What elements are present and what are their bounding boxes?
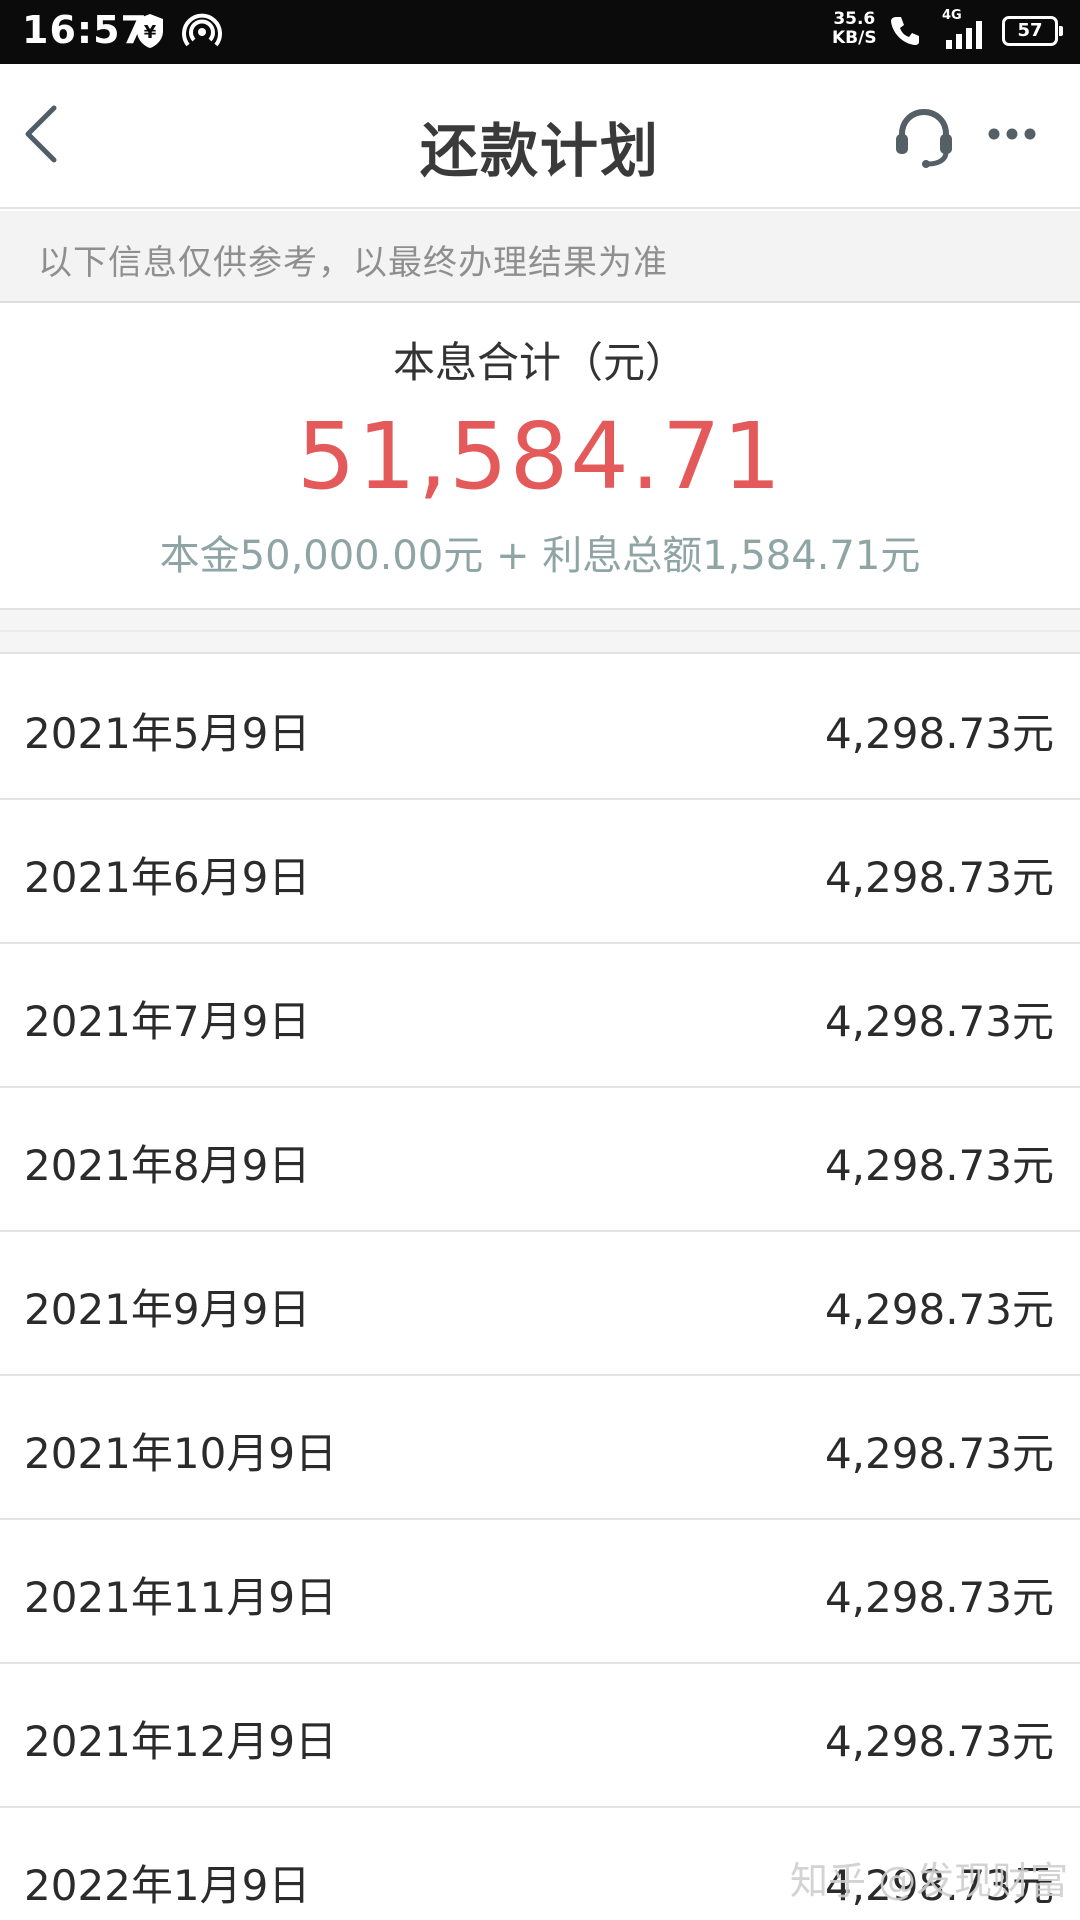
schedule-row: 2021年5月9日 4,298.73元 — [0, 656, 1080, 800]
notice-text: 以下信息仅供参考，以最终办理结果为准 — [38, 243, 668, 283]
repayment-summary: 本息合计（元） 51,584.71 本金50,000.00元 + 利息总额1,5… — [0, 305, 1080, 610]
due-amount: 4,298.73元 — [824, 1717, 1054, 1766]
total-label: 本息合计（元） — [392, 338, 687, 387]
schedule-row: 2021年11月9日 4,298.73元 — [0, 1520, 1080, 1664]
due-amount: 4,298.73元 — [824, 1429, 1054, 1478]
repayment-schedule-list: 2021年5月9日 4,298.73元 2021年6月9日 4,298.73元 … — [0, 656, 1080, 1920]
schedule-row: 2021年9月9日 4,298.73元 — [0, 1232, 1080, 1376]
due-date: 2021年5月9日 — [24, 709, 311, 758]
due-date: 2021年12月9日 — [24, 1717, 338, 1766]
battery-level: 57 — [1017, 20, 1043, 41]
schedule-row: 2021年12月9日 4,298.73元 — [0, 1664, 1080, 1808]
battery-icon: 57 — [1002, 16, 1063, 46]
due-date: 2021年10月9日 — [24, 1429, 338, 1478]
due-amount: 4,298.73元 — [824, 997, 1054, 1046]
due-date: 2021年6月9日 — [24, 853, 311, 902]
yuan-shield-icon: ¥ — [134, 12, 166, 54]
due-amount: 4,298.73元 — [824, 1141, 1054, 1190]
schedule-row: 2021年8月9日 4,298.73元 — [0, 1088, 1080, 1232]
status-bar: 16:57 ¥ 35.6 KB/S 4G 57 — [0, 0, 1080, 64]
due-amount: 4,298.73元 — [824, 1573, 1054, 1622]
headset-icon — [896, 108, 952, 168]
due-amount: 4,298.73元 — [824, 853, 1054, 902]
svg-text:¥: ¥ — [144, 22, 157, 43]
notice-bar: 以下信息仅供参考，以最终办理结果为准 — [0, 211, 1080, 303]
due-date: 2022年1月9日 — [24, 1861, 311, 1910]
due-date: 2021年8月9日 — [24, 1141, 311, 1190]
due-date: 2021年7月9日 — [24, 997, 311, 1046]
status-time: 16:57 — [22, 8, 148, 52]
due-date: 2021年11月9日 — [24, 1573, 338, 1622]
nav-bar: 还款计划 — [0, 64, 1080, 209]
signal-icon — [944, 20, 990, 54]
schedule-row: 2021年6月9日 4,298.73元 — [0, 800, 1080, 944]
customer-service-button[interactable] — [888, 100, 960, 172]
hotspot-icon — [182, 12, 222, 54]
due-date: 2021年9月9日 — [24, 1285, 311, 1334]
call-icon — [888, 14, 922, 52]
due-amount: 4,298.73元 — [824, 1285, 1054, 1334]
total-amount: 51,584.71 — [296, 403, 784, 510]
more-button[interactable] — [980, 100, 1052, 172]
network-speed-value: 35.6 — [833, 9, 876, 29]
schedule-row: 2021年7月9日 4,298.73元 — [0, 944, 1080, 1088]
due-amount: 4,298.73元 — [824, 709, 1054, 758]
principal-interest-breakdown: 本金50,000.00元 + 利息总额1,584.71元 — [159, 533, 921, 579]
more-icon — [988, 128, 1036, 140]
schedule-row: 2021年10月9日 4,298.73元 — [0, 1376, 1080, 1520]
watermark: 知乎 @发现财富 — [790, 1859, 1069, 1903]
network-speed: 35.6 KB/S — [832, 10, 877, 48]
section-gap — [0, 610, 1080, 654]
network-speed-unit: KB/S — [832, 28, 877, 48]
